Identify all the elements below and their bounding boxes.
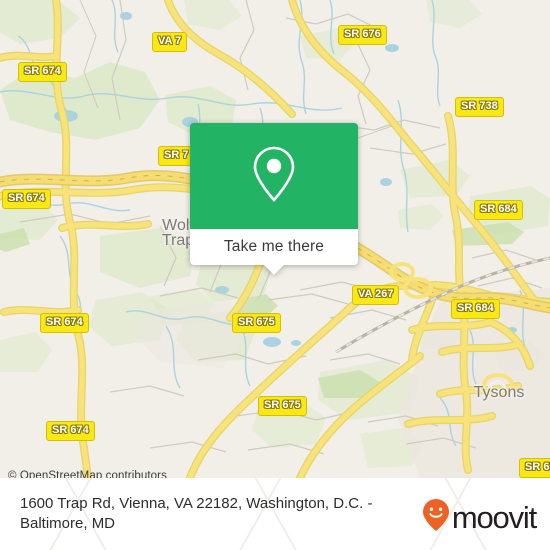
destination-callout[interactable]: Take me there bbox=[190, 123, 358, 275]
take-me-there-label: Take me there bbox=[223, 238, 325, 255]
road-shield: SR 676 bbox=[338, 25, 387, 45]
place-label-tysons: Tysons bbox=[473, 384, 525, 401]
road-shield: SR 675 bbox=[232, 313, 281, 333]
road-shield: SR 674 bbox=[46, 421, 95, 441]
road-shield: SR 674 bbox=[2, 189, 51, 209]
moovit-wordmark: moovit bbox=[451, 500, 537, 535]
map-attribution[interactable]: © OpenStreetMap contributors bbox=[8, 470, 167, 478]
road-shield: SR 675 bbox=[258, 396, 307, 416]
road-shield: SR 738 bbox=[455, 97, 504, 117]
road-shield: SR 7 bbox=[158, 146, 195, 166]
callout-header bbox=[190, 123, 358, 229]
callout-action[interactable]: Take me there bbox=[190, 229, 358, 275]
moovit-smiley-pin-icon bbox=[422, 499, 449, 536]
road-shield: SR 674 bbox=[18, 62, 67, 82]
road-shield: SR 684 bbox=[451, 299, 500, 319]
road-shield: VA 7 bbox=[152, 32, 188, 52]
road-shield: SR 684 bbox=[474, 200, 523, 220]
map-canvas[interactable]: SR 674 VA 7 SR 676 SR 738 SR 7 SR 674 SR… bbox=[0, 0, 550, 478]
moovit-logo[interactable]: moovit bbox=[422, 499, 537, 536]
location-pin-icon bbox=[252, 145, 296, 208]
callout-tail-pointer bbox=[263, 264, 285, 275]
moovit-map-screen: SR 674 VA 7 SR 676 SR 738 SR 7 SR 674 SR… bbox=[0, 0, 550, 550]
road-shield: SR 674 bbox=[40, 313, 89, 333]
footer-bar: 1600 Trap Rd, Vienna, VA 22182, Washingt… bbox=[0, 478, 550, 550]
road-shield: SR 65 bbox=[519, 458, 550, 478]
location-title: 1600 Trap Rd, Vienna, VA 22182, Washingt… bbox=[20, 495, 373, 532]
road-shield: VA 267 bbox=[352, 285, 400, 305]
